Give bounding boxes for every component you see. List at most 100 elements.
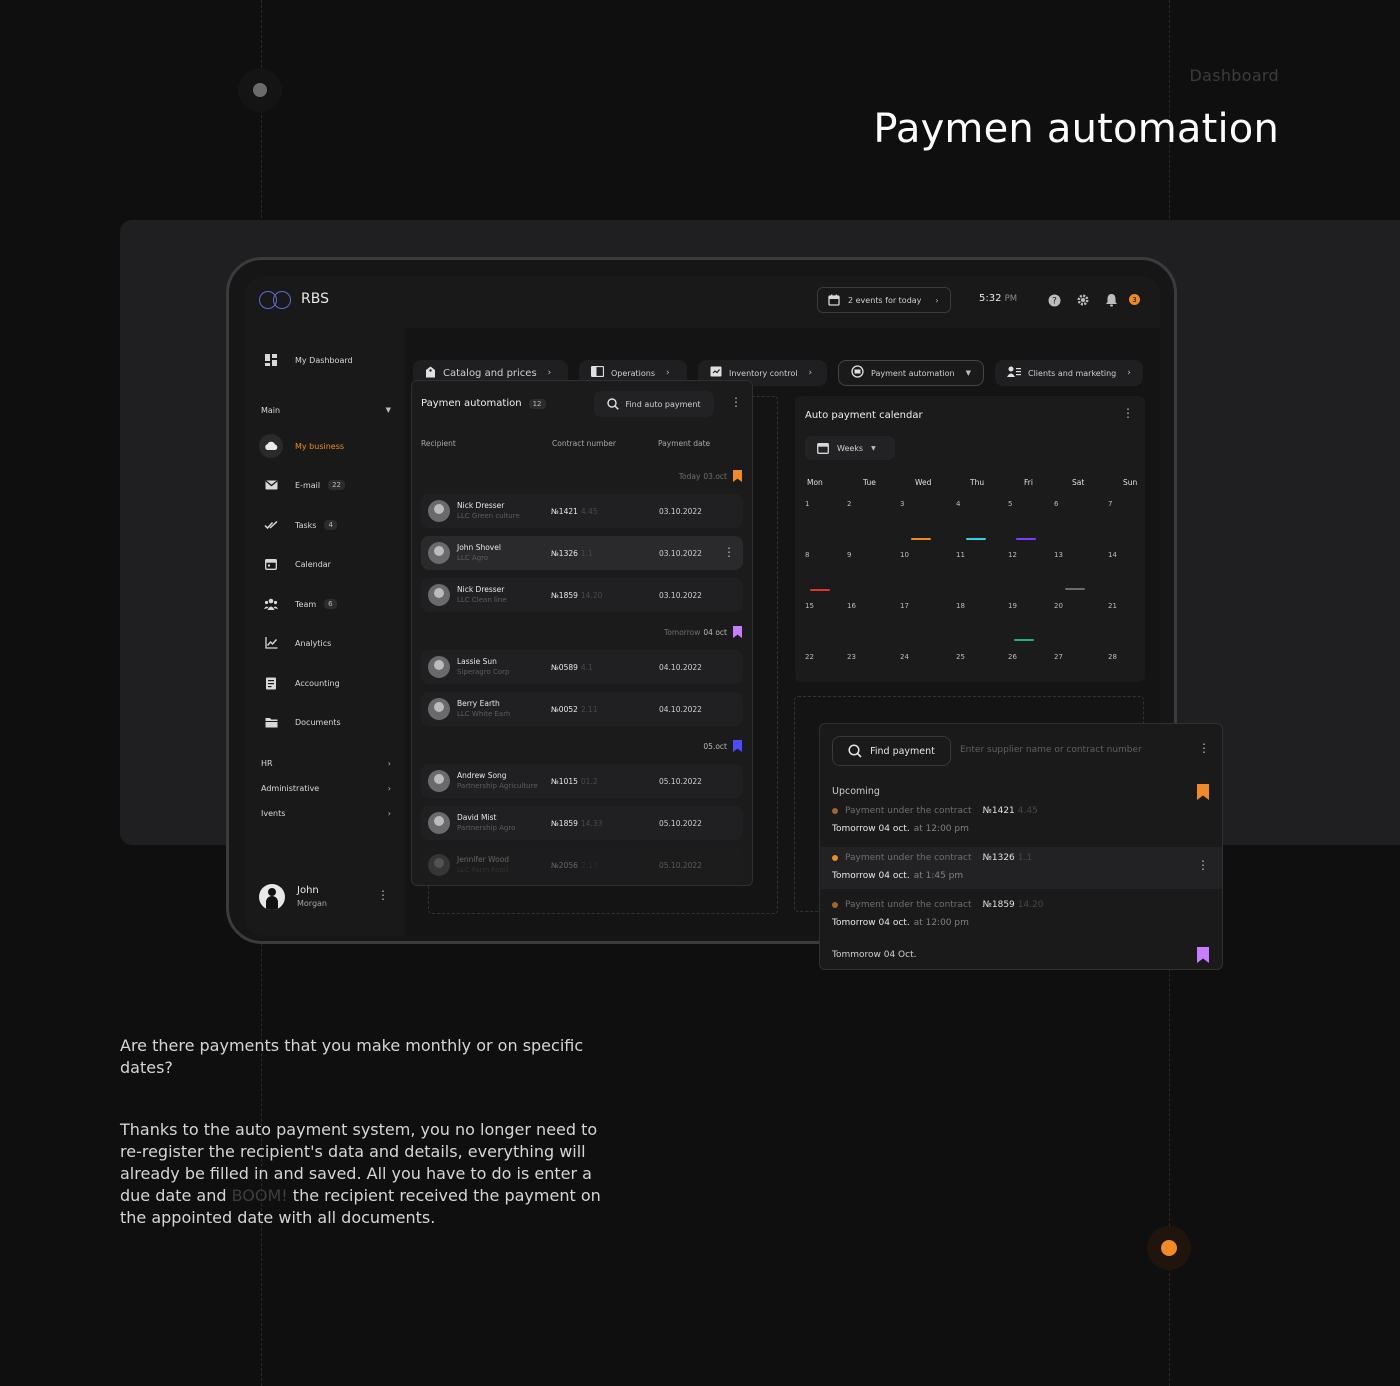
- calendar-day-cell[interactable]: 24: [900, 653, 909, 661]
- calendar-day-cell[interactable]: 18: [956, 602, 965, 610]
- ledger-icon: [259, 671, 283, 695]
- bookmark-icon[interactable]: [733, 626, 742, 638]
- avatar: [428, 698, 450, 720]
- sidebar-item-analytics[interactable]: Analytics: [259, 630, 331, 656]
- calendar-view-select[interactable]: Weeks ▼: [805, 436, 895, 460]
- calendar-day-cell[interactable]: 12: [1008, 551, 1017, 559]
- upcoming-payment-item[interactable]: Payment under the contract №1326 1.1 Tomor…: [820, 847, 1222, 889]
- calendar-day-cell[interactable]: 20: [1054, 602, 1063, 610]
- calendar-day-cell[interactable]: 19: [1008, 602, 1017, 610]
- find-payment-button[interactable]: Find payment: [832, 736, 951, 766]
- more-vertical-icon[interactable]: ⋮: [377, 888, 389, 902]
- sidebar-item-team[interactable]: Team 6: [259, 591, 337, 617]
- calendar-day-cell[interactable]: 17: [900, 602, 909, 610]
- bookmark-icon[interactable]: [733, 470, 742, 482]
- table-row[interactable]: David Mist Partnership Agro №1859 14.33 0…: [421, 806, 743, 840]
- calendar-title: Auto payment calendar: [805, 410, 923, 421]
- day-header: Thu: [970, 478, 985, 487]
- table-row[interactable]: Nick Dresser LLC Clean line №1859 14.20 0…: [421, 578, 743, 612]
- calendar-day-cell[interactable]: 13: [1054, 551, 1063, 559]
- calendar-day-cell[interactable]: 10: [900, 551, 909, 559]
- calendar-day-cell[interactable]: 9: [847, 551, 851, 559]
- calendar-day-cell[interactable]: 23: [847, 653, 856, 661]
- calendar-day-cell[interactable]: 3: [900, 500, 904, 508]
- payment-number: №1326 1.1: [983, 853, 1033, 863]
- upcoming-payment-item[interactable]: Payment under the contract №1859 14.20 Tom…: [820, 894, 1222, 936]
- find-auto-payment-button[interactable]: Find auto payment: [594, 391, 714, 417]
- gear-icon[interactable]: [1076, 293, 1090, 307]
- calendar-day-cell[interactable]: 5: [1008, 500, 1012, 508]
- sidebar-item-my-business[interactable]: My business: [259, 433, 344, 459]
- table-row[interactable]: Andrew Song Partnership Agriculture №101…: [421, 764, 743, 798]
- recipient-name: David Mist: [457, 813, 497, 822]
- calendar-event[interactable]: [1016, 538, 1036, 540]
- sidebar-section-main[interactable]: Main ▼: [261, 406, 391, 415]
- payment-number: №1859 14.20: [983, 900, 1044, 910]
- sidebar-section-ivents[interactable]: Ivents ›: [261, 809, 391, 818]
- more-vertical-icon[interactable]: ⋮: [1122, 406, 1134, 420]
- calendar-day-cell[interactable]: 6: [1054, 500, 1058, 508]
- bookmark-icon[interactable]: [733, 740, 742, 752]
- table-row[interactable]: Jennifer Wood LLC Farm Food №2056 2.13 05…: [421, 848, 743, 882]
- recipient-company: Partnership Agriculture: [457, 782, 538, 790]
- section-label: Ivents: [261, 809, 286, 818]
- calendar-event[interactable]: [911, 538, 931, 540]
- sidebar-item-documents[interactable]: Documents: [259, 709, 341, 735]
- calendar-event[interactable]: [810, 589, 830, 591]
- upcoming-payment-item[interactable]: Payment under the contract №1421 4.45 Tomo…: [820, 800, 1222, 842]
- calendar-day-cell[interactable]: 14: [1108, 551, 1117, 559]
- calendar-day-cell[interactable]: 25: [956, 653, 965, 661]
- table-row[interactable]: John Shovel LLC Agro №1326 1.1 03.10.2022…: [421, 536, 743, 570]
- calendar-day-cell[interactable]: 15: [805, 602, 814, 610]
- calendar-day-cell[interactable]: 16: [847, 602, 856, 610]
- intro-paragraph: Thanks to the auto payment system, you n…: [120, 1119, 610, 1229]
- calendar-day-cell[interactable]: 26: [1008, 653, 1017, 661]
- more-vertical-icon[interactable]: ⋮: [1198, 741, 1210, 755]
- calendar-day-cell[interactable]: 1: [805, 500, 809, 508]
- calendar-day-cell[interactable]: 21: [1108, 602, 1117, 610]
- recipient-company: LLC Clean line: [457, 596, 507, 604]
- calendar-day-cell[interactable]: 22: [805, 653, 814, 661]
- bell-icon[interactable]: [1104, 293, 1118, 307]
- sidebar-section-administrative[interactable]: Administrative ›: [261, 784, 391, 793]
- group-oct-05: 05.oct: [703, 740, 742, 752]
- calendar-day-cell[interactable]: 28: [1108, 653, 1117, 661]
- day-header: Sun: [1123, 478, 1138, 487]
- help-icon[interactable]: ?: [1047, 293, 1061, 307]
- table-row[interactable]: Lassie Sun Siperagro Corp №0589 4.1 04.10…: [421, 650, 743, 684]
- nav-payment-automation[interactable]: Payment automation ▼: [838, 360, 984, 386]
- events-today-button[interactable]: 2 events for today ›: [817, 287, 951, 313]
- calendar-event[interactable]: [1065, 588, 1085, 590]
- search-input[interactable]: Enter supplier name or contract number: [960, 745, 1142, 755]
- calendar-day-cell[interactable]: 2: [847, 500, 851, 508]
- payment-day: Tomorrow 04 oct.: [832, 918, 910, 928]
- calendar-event[interactable]: [1014, 639, 1034, 641]
- table-row[interactable]: Nick Dresser LLC Green culture №1421 4.45…: [421, 494, 743, 528]
- section-label: Main: [261, 406, 281, 415]
- caret-down-icon: ▼: [385, 406, 391, 414]
- recipient-company: Siperagro Corp: [457, 668, 510, 676]
- more-vertical-icon[interactable]: ⋮: [730, 395, 742, 409]
- notification-badge: 3: [1129, 294, 1140, 305]
- calendar-day-cell[interactable]: 27: [1054, 653, 1063, 661]
- calendar-day-cell[interactable]: 7: [1108, 500, 1112, 508]
- sidebar-item-dashboard[interactable]: My Dashboard: [259, 347, 353, 373]
- payment-when: Tomorrow 04 oct. at 1:45 pm: [832, 871, 963, 881]
- calendar-day-cell[interactable]: 11: [956, 551, 965, 559]
- sidebar-item-calendar[interactable]: Calendar: [259, 551, 331, 577]
- bookmark-icon[interactable]: [1197, 947, 1209, 963]
- calendar-day-cell[interactable]: 8: [805, 551, 809, 559]
- table-row[interactable]: Berry Earth LLC White Earh №0052 2.11 04.…: [421, 692, 743, 726]
- nav-clients-and-marketing[interactable]: Clients and marketing ›: [995, 360, 1143, 386]
- more-vertical-icon[interactable]: ⋮: [723, 545, 735, 559]
- calendar-event[interactable]: [966, 538, 986, 540]
- sidebar-item-accounting[interactable]: Accounting: [259, 670, 340, 696]
- sidebar-label: Analytics: [295, 638, 332, 648]
- sidebar-item-email[interactable]: E-mail 22: [259, 472, 346, 498]
- bookmark-icon[interactable]: [1197, 784, 1209, 800]
- more-vertical-icon[interactable]: ⋮: [1197, 858, 1209, 872]
- sidebar-item-tasks[interactable]: Tasks 4: [259, 512, 337, 538]
- sidebar-section-hr[interactable]: HR ›: [261, 759, 391, 768]
- avatar: [259, 884, 285, 910]
- calendar-day-cell[interactable]: 4: [956, 500, 960, 508]
